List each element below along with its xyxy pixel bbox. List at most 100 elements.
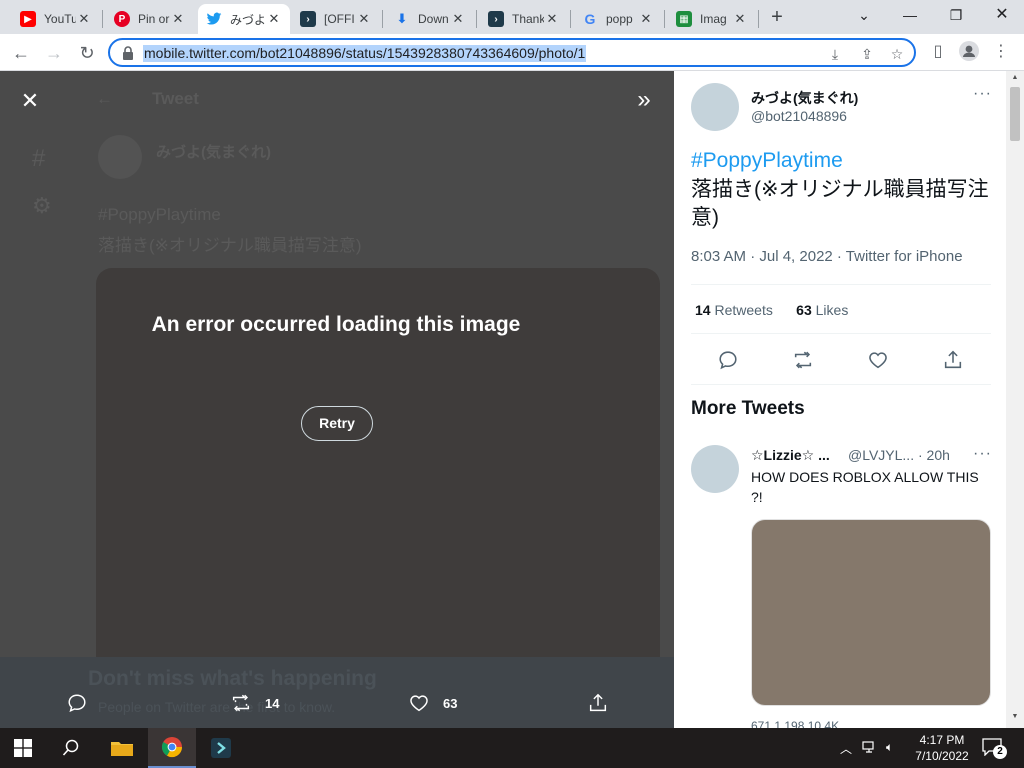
download-icon: ⬇ (396, 11, 408, 26)
author-name[interactable]: みづよ(気まぐれ) (751, 88, 858, 108)
back-button[interactable]: ← (8, 40, 34, 66)
close-tab-icon[interactable]: ✕ (638, 11, 654, 27)
scroll-thumb[interactable] (1010, 87, 1020, 141)
youtube-icon: ▶ (20, 11, 36, 27)
likes-label[interactable]: Likes (816, 302, 849, 318)
tab-title: Imag (700, 12, 727, 26)
tab-pinterest[interactable]: P Pin or ✕ (106, 4, 194, 34)
close-tab-icon[interactable]: ✕ (450, 11, 466, 27)
menu-kebab-icon[interactable]: ⋮ (990, 41, 1012, 63)
reply-author-name[interactable]: ☆Lizzie☆ ... (751, 447, 830, 464)
start-button[interactable] (0, 728, 46, 768)
lock-icon[interactable] (122, 46, 134, 60)
collapse-panel-button[interactable]: » (628, 85, 660, 115)
notification-center-button[interactable]: 2 (982, 738, 1007, 759)
file-explorer-button[interactable] (98, 728, 146, 768)
likes-count[interactable]: 63 (796, 302, 812, 318)
share-icon[interactable] (942, 349, 964, 371)
tweet-text: 落描き(※オリジナル職員描写注意) (691, 178, 989, 229)
bookmark-star-icon[interactable]: ☆ (888, 45, 906, 63)
tab-twitter[interactable]: みづよ ✕ (198, 4, 290, 34)
close-tab-icon[interactable]: ✕ (732, 11, 748, 27)
tab-offi[interactable]: › [OFFI ✕ (292, 4, 380, 34)
retweet-icon (232, 694, 250, 712)
close-tab-icon[interactable]: ✕ (170, 11, 186, 27)
reply-media[interactable] (751, 519, 991, 706)
scroll-up-icon[interactable]: ▲ (1010, 74, 1020, 81)
tab-youtube[interactable]: ▶ YouTu ✕ (12, 4, 100, 34)
tab-thank[interactable]: › Thank ✕ (480, 4, 568, 34)
like-count: 63 (443, 695, 458, 711)
ghost-hashtag-icon: # (32, 145, 46, 172)
retry-button[interactable]: Retry (301, 406, 373, 441)
network-icon[interactable] (862, 740, 878, 757)
share-icon[interactable]: ⇪ (858, 45, 876, 63)
url-text[interactable]: mobile.twitter.com/bot21048896/status/15… (143, 45, 587, 62)
ghost-author-name: みづよ(気まぐれ) (156, 144, 271, 161)
minimize-button[interactable]: — (896, 4, 924, 26)
reload-button[interactable]: ↻ (74, 40, 100, 66)
tweet-hashtag[interactable]: #PoppyPlaytime (691, 149, 843, 173)
tab-strip: ▶ YouTu ✕ P Pin or ✕ みづよ ✕ › [OFFI ✕ ⬇ D… (0, 0, 1024, 34)
divider (691, 333, 991, 334)
share-button[interactable] (587, 691, 609, 715)
close-viewer-button[interactable]: ✕ (16, 87, 44, 115)
chrome-taskbar-button[interactable] (148, 728, 196, 768)
profile-icon[interactable] (958, 41, 980, 63)
close-window-button[interactable]: ✕ (988, 4, 1016, 26)
close-tab-icon[interactable]: ✕ (544, 11, 560, 27)
ghost-settings-icon: ⚙ (32, 193, 52, 218)
ghost-back-arrow-icon: ← (96, 89, 113, 108)
scroll-down-icon[interactable]: ▼ (1010, 713, 1020, 720)
close-tab-icon[interactable]: ✕ (76, 11, 92, 27)
tab-image[interactable]: ▦ Imag ✕ (668, 4, 756, 34)
more-options-icon[interactable]: ··· (973, 445, 992, 463)
reply-icon[interactable] (717, 349, 739, 371)
like-button[interactable]: 63 (408, 691, 457, 715)
search-icon (62, 739, 79, 756)
clock-time: 4:17 PM (919, 733, 965, 747)
tweet-timestamp[interactable]: 8:03 AM · Jul 4, 2022 · Twitter for iPho… (691, 248, 963, 265)
tab-download[interactable]: ⬇ Down ✕ (386, 4, 474, 34)
author-avatar[interactable] (691, 83, 739, 131)
tray-chevron-icon[interactable]: ︿ (840, 740, 852, 757)
tab-title: みづよ (230, 12, 266, 27)
address-bar[interactable]: mobile.twitter.com/bot21048896/status/15… (108, 38, 916, 67)
restore-button[interactable]: ❐ (942, 4, 970, 26)
heart-icon[interactable] (867, 349, 889, 371)
taskbar: ︿ 🔈︎ 4:17 PM 7/10/2022 2 (0, 728, 1024, 768)
more-options-icon[interactable]: ··· (973, 85, 992, 103)
close-tab-icon[interactable]: ✕ (356, 11, 372, 27)
reply-handle-time[interactable]: @LVJYL... · 20h (848, 447, 950, 463)
pinterest-icon: P (114, 11, 130, 27)
tab-divider (102, 10, 103, 28)
google-icon: G (584, 11, 596, 27)
divider (691, 284, 991, 285)
forward-button[interactable]: → (41, 40, 67, 66)
tab-title: Pin or (138, 12, 170, 26)
tab-search-icon[interactable]: ⌄ (850, 4, 878, 26)
author-handle[interactable]: @bot21048896 (751, 108, 847, 124)
image-icon: ▦ (676, 11, 692, 27)
retweets-label[interactable]: Retweets (714, 302, 772, 318)
close-tab-icon[interactable]: ✕ (266, 11, 282, 27)
system-clock[interactable]: 4:17 PM 7/10/2022 (914, 732, 970, 764)
reply-icon (68, 694, 86, 713)
reply-button[interactable] (66, 691, 88, 715)
retweet-button[interactable]: 14 (230, 691, 279, 715)
side-panel-icon[interactable]: ▯ (927, 41, 949, 63)
scrollbar[interactable]: ▲ ▼ (1006, 71, 1024, 728)
tab-title: YouTu (44, 12, 76, 26)
install-app-icon[interactable]: ⤓ (826, 45, 844, 63)
retweet-icon[interactable] (792, 349, 814, 371)
search-button[interactable] (48, 728, 94, 768)
reply-author-avatar[interactable] (691, 445, 739, 493)
retweets-count[interactable]: 14 (695, 302, 711, 318)
ghost-avatar (98, 135, 142, 179)
volume-icon[interactable]: 🔈︎ (886, 740, 893, 755)
tab-google[interactable]: G popp ✕ (574, 4, 662, 34)
new-tab-button[interactable]: + (766, 6, 788, 28)
twitter-icon (206, 11, 222, 27)
clock-date: 7/10/2022 (915, 749, 969, 763)
app-taskbar-button[interactable] (198, 728, 244, 768)
